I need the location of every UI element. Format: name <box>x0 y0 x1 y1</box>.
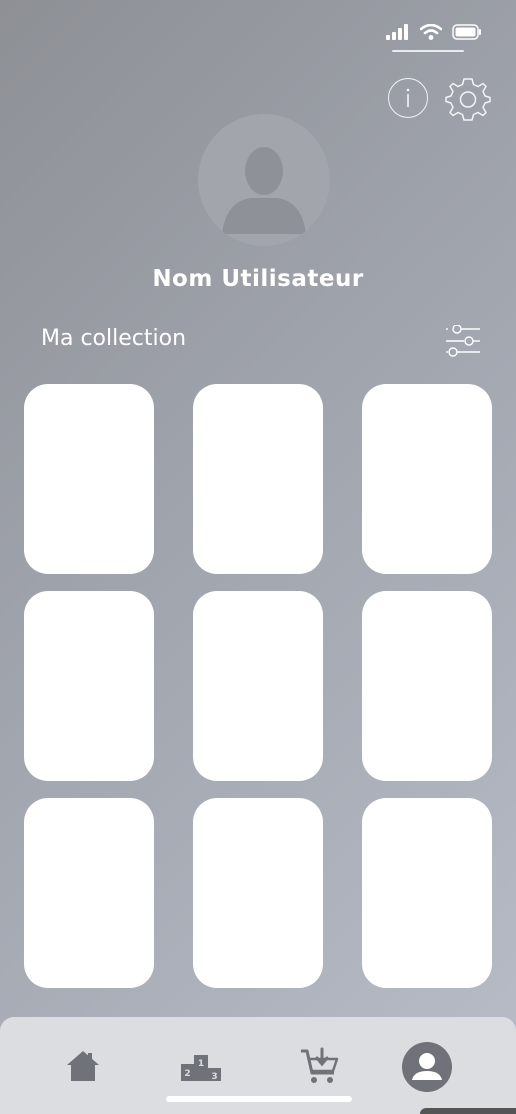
battery-icon <box>452 24 481 40</box>
signal-icon <box>386 24 408 40</box>
collection-card[interactable] <box>193 591 323 781</box>
collection-title: Ma collection <box>41 326 187 351</box>
nav-shop[interactable] <box>300 1047 340 1091</box>
podium-number-2: 2 <box>184 1069 190 1079</box>
status-bar <box>386 24 482 40</box>
info-icon <box>406 88 410 107</box>
collection-card[interactable] <box>193 798 323 988</box>
settings-button[interactable] <box>444 75 492 123</box>
cart-icon <box>301 1047 339 1083</box>
profile-icon <box>402 1042 452 1092</box>
filter-button[interactable] <box>444 324 482 357</box>
collection-card[interactable] <box>24 591 154 781</box>
nav-profile[interactable] <box>402 1042 452 1096</box>
status-divider <box>392 50 464 52</box>
collection-card[interactable] <box>193 384 323 574</box>
podium-icon: 2 1 3 <box>181 1055 221 1082</box>
wifi-icon <box>420 24 442 40</box>
collection-card[interactable] <box>362 591 492 781</box>
sliders-icon <box>446 324 480 357</box>
user-silhouette-icon <box>222 147 306 234</box>
nav-leaderboard[interactable]: 2 1 3 <box>181 1051 221 1085</box>
avatar[interactable] <box>198 114 330 246</box>
username: Nom Utilisateur <box>152 266 364 292</box>
info-button[interactable] <box>388 78 428 118</box>
corner-divider <box>420 1108 516 1114</box>
podium-number-3: 3 <box>211 1072 217 1081</box>
home-indicator[interactable] <box>166 1096 352 1102</box>
podium-number-1: 1 <box>198 1059 204 1069</box>
collection-card[interactable] <box>362 384 492 574</box>
home-icon <box>67 1051 99 1081</box>
collection-card[interactable] <box>24 384 154 574</box>
nav-home[interactable] <box>66 1049 100 1087</box>
gear-icon <box>445 78 491 121</box>
collection-card[interactable] <box>362 798 492 988</box>
collection-card[interactable] <box>24 798 154 988</box>
